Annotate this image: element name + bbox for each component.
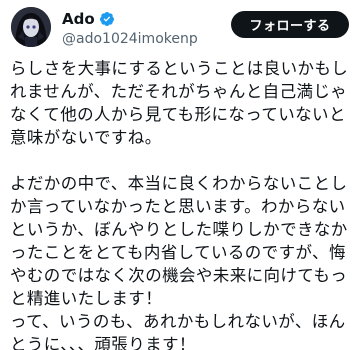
verified-badge-icon [99,11,115,27]
handle[interactable]: @ado1024imokenp [62,30,198,48]
author-names: Ado @ado1024imokenp [62,10,198,48]
follow-button[interactable]: フォローする [231,11,349,38]
display-name[interactable]: Ado [62,10,95,28]
avatar-image [11,7,51,47]
tweet-text: らしさを大事にするということは良いかもしれませんが、ただそれがちゃんと自己満じゃ… [10,59,349,350]
tweet-header: Ado @ado1024imokenp フォローする [0,0,360,60]
tweet: Ado @ado1024imokenp フォローする らしさを大事にするというこ… [0,0,360,350]
avatar[interactable] [11,7,51,47]
name-row: Ado [62,10,198,28]
